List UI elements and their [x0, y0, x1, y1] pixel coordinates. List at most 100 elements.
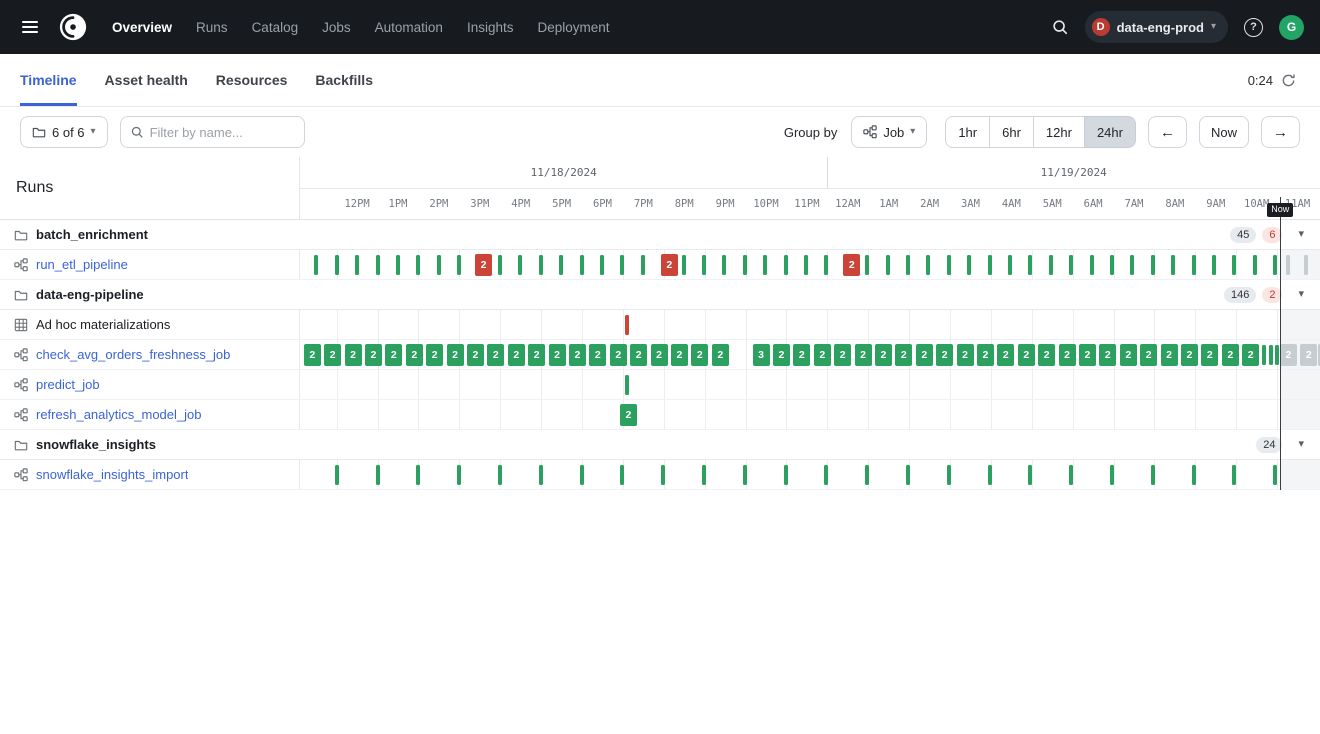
run-marker[interactable]: 2 — [916, 344, 933, 366]
run-marker[interactable] — [947, 465, 951, 485]
now-button[interactable]: Now — [1199, 116, 1249, 148]
refresh-icon[interactable] — [1281, 73, 1296, 88]
run-marker[interactable]: 2 — [345, 344, 362, 366]
run-marker[interactable] — [702, 465, 706, 485]
run-marker[interactable] — [1212, 255, 1216, 275]
run-marker[interactable]: 2 — [977, 344, 994, 366]
help-icon[interactable]: ? — [1240, 14, 1267, 41]
run-marker[interactable] — [1262, 345, 1266, 365]
run-marker[interactable] — [580, 465, 584, 485]
group-by-dropdown[interactable]: Job ▾ — [851, 116, 927, 148]
row-title[interactable]: check_avg_orders_freshness_job — [36, 347, 230, 362]
run-marker[interactable]: 2 — [487, 344, 504, 366]
run-marker[interactable]: 2 — [1242, 344, 1259, 366]
run-marker[interactable] — [1151, 465, 1155, 485]
run-marker[interactable] — [763, 255, 767, 275]
run-marker[interactable] — [437, 255, 441, 275]
avatar[interactable]: G — [1279, 15, 1304, 40]
run-marker[interactable]: 2 — [1222, 344, 1239, 366]
run-marker[interactable] — [376, 255, 380, 275]
run-marker[interactable] — [682, 255, 686, 275]
run-marker[interactable] — [620, 465, 624, 485]
run-marker[interactable] — [539, 255, 543, 275]
run-marker[interactable]: 2 — [610, 344, 627, 366]
run-marker[interactable]: 2 — [793, 344, 810, 366]
run-marker[interactable] — [1028, 255, 1032, 275]
run-marker[interactable] — [906, 255, 910, 275]
run-marker[interactable]: 2 — [661, 254, 678, 276]
run-marker[interactable] — [457, 255, 461, 275]
run-marker[interactable] — [1110, 465, 1114, 485]
run-marker[interactable] — [1253, 255, 1257, 275]
run-marker[interactable] — [743, 465, 747, 485]
collapse-caret-icon[interactable]: ▾ — [1296, 287, 1306, 302]
run-marker[interactable]: 2 — [1280, 344, 1297, 366]
run-marker[interactable]: 2 — [1099, 344, 1116, 366]
run-marker[interactable]: 3 — [753, 344, 770, 366]
run-marker[interactable] — [600, 255, 604, 275]
run-marker[interactable]: 2 — [467, 344, 484, 366]
run-marker[interactable]: 2 — [997, 344, 1014, 366]
run-marker[interactable]: 2 — [712, 344, 729, 366]
run-marker[interactable] — [1273, 255, 1277, 275]
run-marker[interactable]: 2 — [1181, 344, 1198, 366]
range-1hr[interactable]: 1hr — [945, 116, 990, 148]
run-marker[interactable]: 2 — [1018, 344, 1035, 366]
run-marker[interactable]: 2 — [385, 344, 402, 366]
row-title[interactable]: run_etl_pipeline — [36, 257, 128, 272]
menu-icon[interactable] — [16, 13, 44, 41]
run-marker[interactable] — [1275, 345, 1279, 365]
run-marker[interactable] — [988, 255, 992, 275]
run-marker[interactable] — [784, 255, 788, 275]
run-marker[interactable] — [967, 255, 971, 275]
run-marker[interactable] — [1192, 465, 1196, 485]
run-marker[interactable]: 2 — [426, 344, 443, 366]
page-left-button[interactable]: ← — [1148, 116, 1187, 148]
nav-insights[interactable]: Insights — [467, 20, 514, 35]
run-marker[interactable] — [539, 465, 543, 485]
run-marker[interactable] — [824, 465, 828, 485]
range-12hr[interactable]: 12hr — [1033, 116, 1085, 148]
tab-asset-health[interactable]: Asset health — [105, 54, 188, 106]
run-marker[interactable]: 2 — [1120, 344, 1137, 366]
row-title[interactable]: refresh_analytics_model_job — [36, 407, 201, 422]
row-title[interactable]: predict_job — [36, 377, 100, 392]
run-marker[interactable] — [1049, 255, 1053, 275]
run-marker[interactable]: 2 — [365, 344, 382, 366]
run-marker[interactable] — [824, 255, 828, 275]
search-icon[interactable] — [1047, 14, 1073, 40]
run-marker[interactable] — [518, 255, 522, 275]
run-marker[interactable] — [661, 465, 665, 485]
run-marker[interactable] — [376, 465, 380, 485]
run-marker[interactable]: 2 — [569, 344, 586, 366]
run-marker[interactable] — [498, 255, 502, 275]
repo-scope-dropdown[interactable]: 6 of 6 ▾ — [20, 116, 108, 148]
run-marker[interactable] — [1286, 255, 1290, 275]
run-marker[interactable] — [743, 255, 747, 275]
run-marker[interactable] — [416, 465, 420, 485]
run-marker[interactable]: 2 — [1201, 344, 1218, 366]
run-marker[interactable]: 2 — [508, 344, 525, 366]
run-marker[interactable] — [1232, 465, 1236, 485]
run-marker[interactable] — [722, 255, 726, 275]
run-marker[interactable] — [947, 255, 951, 275]
row-title[interactable]: snowflake_insights_import — [36, 467, 188, 482]
nav-runs[interactable]: Runs — [196, 20, 228, 35]
run-marker[interactable] — [498, 465, 502, 485]
page-right-button[interactable]: → — [1261, 116, 1300, 148]
deployment-switcher[interactable]: D data-eng-prod ▾ — [1085, 11, 1228, 43]
run-marker[interactable] — [1304, 255, 1308, 275]
run-marker[interactable] — [559, 255, 563, 275]
run-marker[interactable] — [1028, 465, 1032, 485]
run-marker[interactable] — [926, 255, 930, 275]
run-marker[interactable]: 2 — [936, 344, 953, 366]
run-marker[interactable] — [1090, 255, 1094, 275]
run-marker[interactable] — [335, 255, 339, 275]
run-marker[interactable] — [865, 255, 869, 275]
run-marker[interactable] — [906, 465, 910, 485]
run-marker[interactable] — [1192, 255, 1196, 275]
nav-automation[interactable]: Automation — [375, 20, 443, 35]
run-marker[interactable] — [988, 465, 992, 485]
run-marker[interactable] — [641, 255, 645, 275]
run-marker[interactable] — [784, 465, 788, 485]
